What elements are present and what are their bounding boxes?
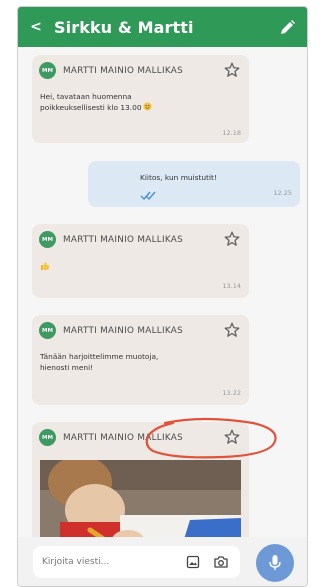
message-bubble: MM MARTTI MAINIO MALLIKAS 13.14 xyxy=(32,224,249,298)
message-text-line: Hei, tavataan huomenna xyxy=(40,92,132,101)
sender-name: MARTTI MAINIO MALLIKAS xyxy=(63,432,183,443)
sender-name: MARTTI MAINIO MALLIKAS xyxy=(63,65,183,76)
message-text: Tänään harjoittelimme muotoja, hienosti … xyxy=(40,351,190,373)
phone-screen: < Sirkku & Martti MM MARTTI MAINIO MALLI… xyxy=(17,6,308,587)
image-icon[interactable] xyxy=(186,555,200,569)
message-text-line: hienosti meni! xyxy=(40,363,94,372)
avatar: MM xyxy=(39,231,56,248)
avatar: MM xyxy=(39,62,56,79)
message-sender: MM MARTTI MAINIO MALLIKAS xyxy=(39,322,183,339)
chat-header: < Sirkku & Martti xyxy=(18,7,307,47)
sender-name: MARTTI MAINIO MALLIKAS xyxy=(63,234,183,245)
star-icon[interactable] xyxy=(223,321,241,339)
avatar: MM xyxy=(39,429,56,446)
star-icon[interactable] xyxy=(223,428,241,446)
read-checkmark-icon xyxy=(140,191,156,200)
message-input[interactable]: Kirjoita viesti... xyxy=(33,546,240,578)
message-bubble: MM MARTTI MAINIO MALLIKAS Tänään harjoit… xyxy=(32,315,249,405)
message-sender: MM MARTTI MAINIO MALLIKAS xyxy=(39,231,183,248)
input-placeholder: Kirjoita viesti... xyxy=(42,557,110,567)
message-sender: MM MARTTI MAINIO MALLIKAS xyxy=(39,429,183,446)
message-bubble: MM MARTTI MAINIO MALLIKAS xyxy=(32,422,249,537)
camera-icon[interactable] xyxy=(213,555,229,569)
pencil-icon[interactable] xyxy=(277,18,297,38)
message-text: Hei, tavataan huomenna poikkeuksellisest… xyxy=(40,91,190,113)
microphone-icon xyxy=(269,555,281,570)
avatar: MM xyxy=(39,322,56,339)
thumbs-up-emoji-icon xyxy=(41,261,50,270)
photo-attachment[interactable] xyxy=(40,460,241,537)
message-time: 13.14 xyxy=(222,282,241,290)
message-text-line: poikkeuksellisesti klo 13.00 xyxy=(40,102,190,113)
star-icon[interactable] xyxy=(223,61,241,79)
chat-title: Sirkku & Martti xyxy=(54,17,194,37)
message-list[interactable]: MM MARTTI MAINIO MALLIKAS Hei, tavataan … xyxy=(18,47,307,537)
back-button[interactable]: < xyxy=(18,19,54,35)
message-time: 12.25 xyxy=(273,189,292,197)
message-text: Kiitos, kun muistutit! xyxy=(140,173,217,182)
message-time: 12.18 xyxy=(222,129,241,137)
message-input-bar: Kirjoita viesti... xyxy=(18,537,307,586)
message-bubble-outgoing: Kiitos, kun muistutit! 12.25 xyxy=(88,161,300,207)
sender-name: MARTTI MAINIO MALLIKAS xyxy=(63,325,183,336)
message-sender: MM MARTTI MAINIO MALLIKAS xyxy=(39,62,183,79)
microphone-button[interactable] xyxy=(256,544,294,582)
star-icon[interactable] xyxy=(223,230,241,248)
message-text-line: Tänään harjoittelimme muotoja, xyxy=(40,352,159,361)
message-bubble: MM MARTTI MAINIO MALLIKAS Hei, tavataan … xyxy=(32,55,249,143)
smile-emoji-icon xyxy=(142,102,152,111)
message-time: 13.22 xyxy=(222,389,241,397)
